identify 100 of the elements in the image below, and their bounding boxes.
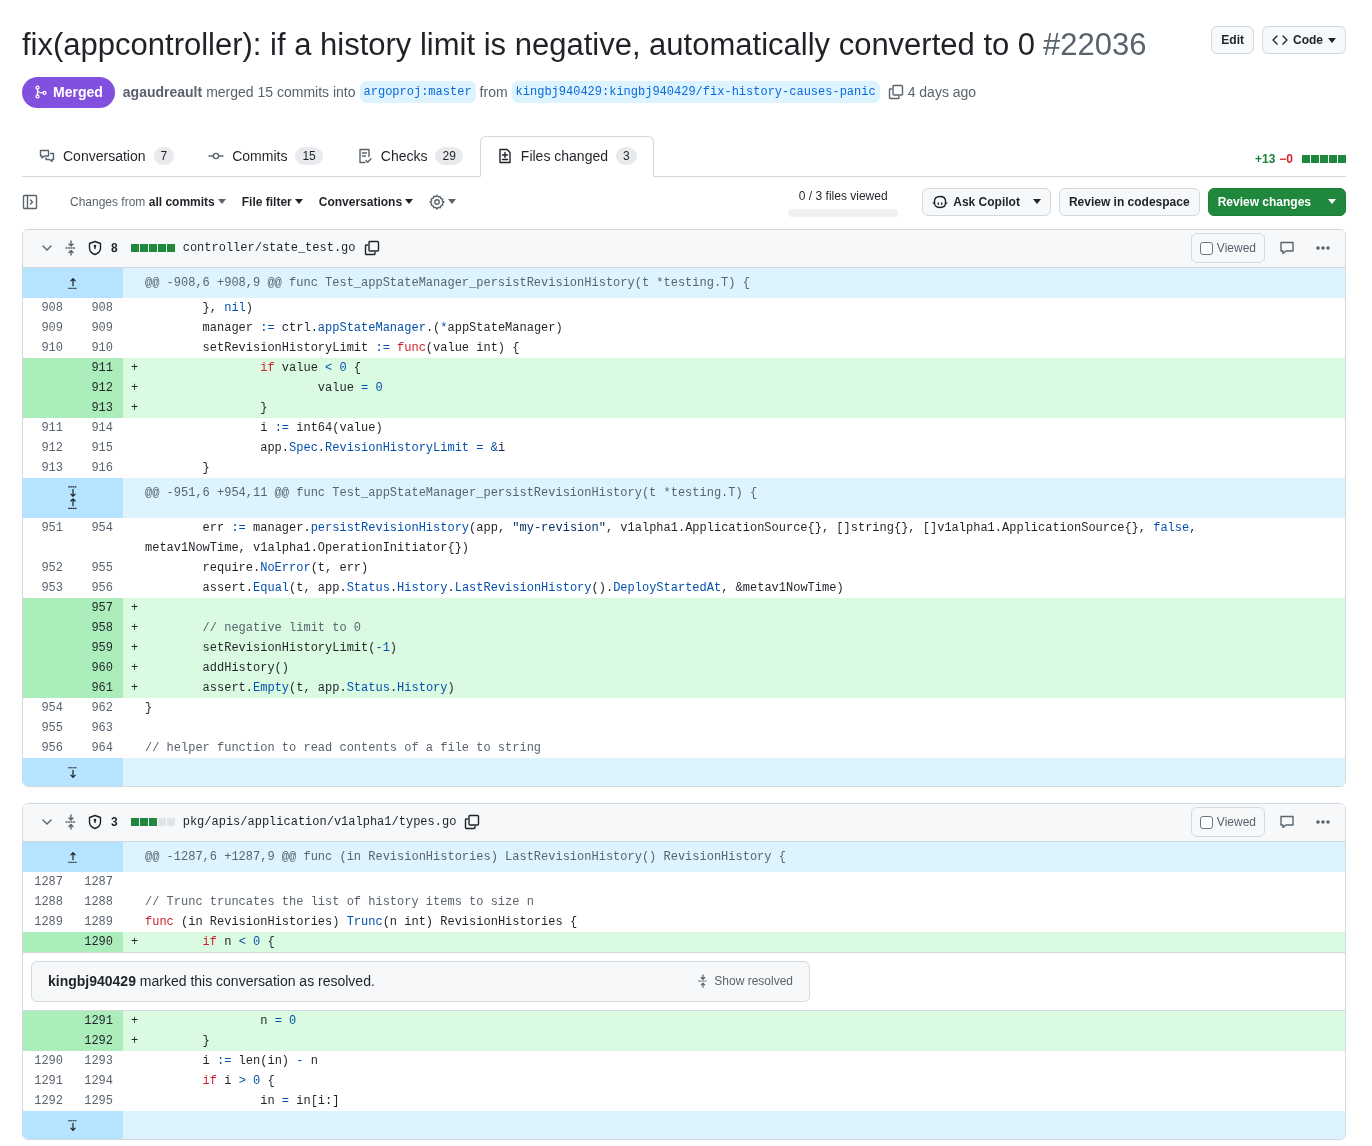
line-number: 909 [40, 319, 64, 337]
tab[interactable]: Commits 15 [191, 135, 340, 177]
additions-count: +13 [1254, 150, 1276, 168]
caret-icon [1328, 199, 1336, 204]
code-line: }, nil) [201, 299, 255, 317]
code-line: in = in[i:] [259, 1092, 341, 1110]
line-number: 1290 [33, 1052, 64, 1070]
branch-link[interactable]: kingbj940429:kingbj940429/fix-history-causes-panic [511, 81, 880, 103]
files-icon [496, 148, 513, 164]
line-number: 955 [40, 719, 64, 737]
diffstat-bar [1301, 154, 1346, 163]
pr-title: fix(appcontroller): if a history limit is negative, automatically converted to 0 [22, 26, 1036, 64]
expand-up-button[interactable] [66, 497, 80, 510]
settings-icon [429, 193, 446, 210]
line-number: 1287 [83, 873, 114, 891]
code-line: err := manager.persistRevisionHistory(app, "my-revision", v1alpha1.ApplicationSource{}, []string{}, []v1alpha1.ApplicationSource{}, false, metav1NowTime, v1alpha1.OperationInitiator{}) [145, 519, 1198, 557]
code-line: func (in RevisionHistories) Trunc(n int) RevisionHistories { [145, 913, 579, 931]
copilot-icon [932, 193, 949, 210]
copy-button[interactable] [464, 814, 481, 830]
line-number: 908 [40, 299, 64, 317]
author-link[interactable]: agaudreault [122, 81, 203, 103]
line-number: 911 [73, 357, 123, 378]
copy-icon [464, 814, 481, 830]
tab[interactable]: Checks 29 [339, 135, 480, 177]
timestamp: 4 days ago [907, 82, 977, 102]
edit-button[interactable]: Edit [1211, 26, 1254, 54]
caret-icon [217, 199, 226, 204]
diffstat-bar [129, 818, 175, 826]
line-number: 908 [90, 299, 114, 317]
expand-down-button[interactable] [66, 765, 80, 780]
line-number: 951 [40, 519, 64, 537]
tab[interactable]: Files changed 3 [479, 135, 654, 177]
code-line: manager := ctrl.appStateManager.(*appStateManager) [201, 319, 564, 337]
line-number: 911 [40, 419, 64, 437]
diff-marker: + [123, 931, 145, 952]
deletions-count: −0 [1279, 150, 1293, 168]
count-badge: 7 [153, 147, 175, 165]
diff-marker: + [123, 637, 145, 658]
comment-icon [1279, 814, 1295, 830]
code-line: assert.Equal(t, app.Status.History.LastRevisionHistory().DeployStartedAt, &metav1NowTime) [201, 579, 845, 597]
filter-dropdown[interactable]: File filter [241, 192, 303, 211]
code-line: i := int64(value) [259, 419, 384, 437]
tab[interactable]: Conversation 7 [22, 135, 192, 177]
expand-down-icon [66, 1118, 80, 1133]
diff-marker: + [123, 1030, 145, 1051]
copy-button[interactable] [887, 84, 904, 100]
sidebar-toggle-button[interactable] [22, 193, 38, 210]
line-number: 1293 [83, 1052, 114, 1070]
expand-up-button[interactable] [66, 275, 80, 290]
checks-icon [356, 148, 373, 164]
hunk-header: @@ -908,6 +908,9 @@ func Test_appStateManager_persistRevisionHistory(t *testing.T) { [123, 267, 1345, 298]
code-line: if i > 0 { [201, 1072, 276, 1090]
viewed-checkbox[interactable]: Viewed [1190, 233, 1265, 263]
line-number: 909 [90, 319, 114, 337]
merge-icon [34, 85, 48, 99]
ask-copilot-button[interactable]: Ask Copilot [922, 187, 1051, 216]
hunk-header: @@ -951,6 +954,11 @@ func Test_appStateManager_persistRevisionHistory(t *testing.T) { [123, 477, 1345, 518]
conversation-icon [39, 148, 55, 164]
code-button[interactable]: Code [1262, 26, 1346, 54]
diff-marker: + [123, 597, 145, 618]
line-number: 1291 [33, 1072, 64, 1090]
comment-icon [1279, 240, 1295, 256]
line-number: 1287 [33, 873, 64, 891]
line-number: 1294 [83, 1072, 114, 1090]
line-number: 912 [73, 377, 123, 398]
expand-down-button[interactable] [66, 1118, 80, 1133]
diff-marker: + [123, 377, 145, 398]
expand-down-button[interactable] [66, 485, 80, 498]
line-number: 914 [90, 419, 114, 437]
file-path: pkg/apis/application/v1alpha1/types.go [182, 814, 457, 831]
sidebar-icon [22, 193, 38, 210]
filter-dropdown[interactable]: Conversations [318, 192, 414, 211]
filter-dropdown[interactable]: Changes from all commits [70, 192, 226, 211]
merge-text: merged 15 commits into [206, 82, 356, 102]
changes-count: 3 [111, 814, 118, 831]
line-number: 916 [90, 459, 114, 477]
caret-icon [405, 199, 414, 204]
caret-icon [1032, 199, 1041, 204]
line-number: 963 [90, 719, 114, 737]
count-badge: 15 [295, 147, 323, 165]
line-number: 1289 [33, 913, 64, 931]
line-number: 964 [90, 739, 114, 757]
branch-link[interactable]: argoproj:master [359, 81, 476, 103]
line-number: 1288 [83, 893, 114, 911]
line-number: 1289 [83, 913, 114, 931]
settings-dropdown[interactable] [429, 193, 457, 210]
copy-button[interactable] [363, 240, 380, 256]
line-number: 910 [40, 339, 64, 357]
line-number: 1290 [73, 931, 123, 952]
review-changes-button[interactable]: Review changes [1207, 187, 1346, 216]
line-number: 915 [90, 439, 114, 457]
caret-icon [294, 199, 303, 204]
diff-marker: + [123, 1010, 145, 1031]
viewed-checkbox[interactable]: Viewed [1190, 807, 1265, 837]
codespace-button[interactable]: Review in codespace [1058, 187, 1200, 216]
line-number: 958 [73, 617, 123, 638]
line-number: 956 [90, 579, 114, 597]
show-resolved-button[interactable]: Show resolved [696, 972, 793, 990]
expand-up-button[interactable] [66, 849, 80, 864]
code-line: // helper function to read contents of a file to string [145, 739, 543, 757]
